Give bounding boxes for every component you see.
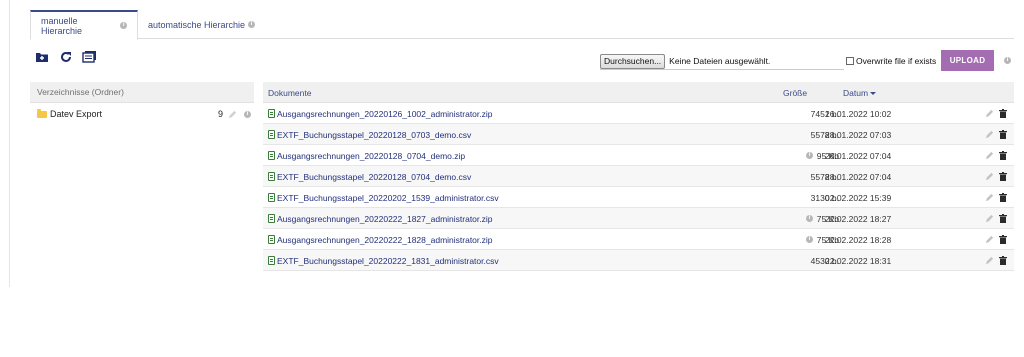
table-row[interactable]: Ausgangsrechnungen_20220128_0704_demo.zi… bbox=[263, 145, 1014, 166]
file-icon bbox=[268, 172, 275, 181]
refresh-icon[interactable] bbox=[59, 50, 75, 66]
upload-info-icon: i bbox=[1004, 57, 1011, 64]
folder-count: 9 bbox=[218, 109, 224, 119]
upload-button[interactable]: UPLOAD bbox=[941, 50, 994, 71]
new-folder-icon[interactable] bbox=[35, 50, 51, 66]
info-icon: i bbox=[806, 236, 813, 243]
info-icon: i bbox=[244, 111, 251, 118]
info-icon: i bbox=[806, 152, 813, 159]
browse-button[interactable]: Durchsuchen... bbox=[600, 53, 666, 69]
table-row[interactable]: EXTF_Buchungsstapel_20220128_0703_demo.c… bbox=[263, 124, 1014, 145]
sort-desc-icon bbox=[870, 92, 877, 96]
column-documents[interactable]: Dokumente bbox=[268, 88, 311, 98]
pencil-icon[interactable] bbox=[985, 109, 994, 120]
export-icon[interactable] bbox=[82, 50, 98, 66]
tab-automatic-hierarchy[interactable]: automatische Hierarchie i bbox=[138, 10, 265, 39]
tab-label: manuelle Hierarchie bbox=[41, 15, 83, 36]
trash-icon[interactable] bbox=[999, 214, 1007, 225]
table-row[interactable]: Ausgangsrechnungen_20220126_1002_adminis… bbox=[263, 103, 1014, 124]
document-date: 22.02.2022 18:28 bbox=[825, 235, 892, 245]
document-manager: manuelle Hierarchie i automatische Hiera… bbox=[30, 0, 1014, 287]
document-link[interactable]: Ausgangsrechnungen_20220128_0704_demo.zi… bbox=[277, 151, 465, 161]
overwrite-label: Overwrite file if exists bbox=[856, 56, 937, 66]
document-link[interactable]: EXTF_Buchungsstapel_20220222_1831_admini… bbox=[277, 256, 499, 266]
info-icon: i bbox=[120, 22, 127, 29]
pencil-icon[interactable] bbox=[228, 110, 237, 121]
document-date: 26.01.2022 10:02 bbox=[825, 109, 892, 119]
tab-manual-hierarchy[interactable]: manuelle Hierarchie i bbox=[30, 10, 138, 40]
file-status: Keine Dateien ausgewählt. bbox=[669, 56, 771, 66]
overwrite-option: Overwrite file if exists bbox=[846, 56, 936, 66]
document-link[interactable]: EXTF_Buchungsstapel_20220128_0704_demo.c… bbox=[277, 172, 471, 182]
trash-icon[interactable] bbox=[999, 235, 1007, 246]
trash-icon[interactable] bbox=[999, 109, 1007, 120]
overwrite-checkbox[interactable] bbox=[846, 57, 854, 65]
table-row[interactable]: EXTF_Buchungsstapel_20220128_0704_demo.c… bbox=[263, 166, 1014, 187]
folders-header: Verzeichnisse (Ordner) bbox=[30, 82, 254, 103]
trash-icon[interactable] bbox=[999, 172, 1007, 183]
document-link[interactable]: EXTF_Buchungsstapel_20220202_1539_admini… bbox=[277, 193, 499, 203]
document-link[interactable]: Ausgangsrechnungen_20220222_1828_adminis… bbox=[277, 235, 493, 245]
pencil-icon[interactable] bbox=[985, 214, 994, 225]
document-date: 28.01.2022 07:04 bbox=[825, 172, 892, 182]
file-icon bbox=[268, 151, 275, 160]
pencil-icon[interactable] bbox=[985, 151, 994, 162]
document-date: 28.01.2022 07:03 bbox=[825, 130, 892, 140]
pencil-icon[interactable] bbox=[985, 193, 994, 204]
info-icon: i bbox=[248, 21, 256, 28]
left-divider bbox=[9, 0, 10, 287]
document-link[interactable]: Ausgangsrechnungen_20220126_1002_adminis… bbox=[277, 109, 493, 119]
folder-icon bbox=[37, 108, 47, 118]
trash-icon[interactable] bbox=[999, 193, 1007, 204]
trash-icon[interactable] bbox=[999, 256, 1007, 267]
file-icon bbox=[268, 109, 275, 118]
pencil-icon[interactable] bbox=[985, 256, 994, 267]
document-date: 22.02.2022 18:31 bbox=[825, 256, 892, 266]
documents-header: Dokumente Größe Datum bbox=[263, 82, 1014, 103]
documents-table: Dokumente Größe Datum Ausgangsrechnungen… bbox=[263, 82, 1014, 271]
document-link[interactable]: EXTF_Buchungsstapel_20220128_0703_demo.c… bbox=[277, 130, 471, 140]
column-date[interactable]: Datum bbox=[843, 88, 877, 98]
document-date: 02.02.2022 15:39 bbox=[825, 193, 892, 203]
pencil-icon[interactable] bbox=[985, 235, 994, 246]
folder-item[interactable]: Datev Export 9 i bbox=[30, 103, 254, 125]
pencil-icon[interactable] bbox=[985, 172, 994, 183]
folder-name: Datev Export bbox=[50, 109, 103, 119]
pencil-icon[interactable] bbox=[985, 130, 994, 141]
document-link[interactable]: Ausgangsrechnungen_20220222_1827_adminis… bbox=[277, 214, 493, 224]
table-row[interactable]: EXTF_Buchungsstapel_20220202_1539_admini… bbox=[263, 187, 1014, 208]
file-icon bbox=[268, 256, 275, 265]
column-date-label: Datum bbox=[843, 88, 869, 98]
folders-header-label: Verzeichnisse (Ordner) bbox=[37, 87, 124, 97]
document-date: 28.01.2022 07:04 bbox=[825, 151, 892, 161]
table-row[interactable]: Ausgangsrechnungen_20220222_1828_adminis… bbox=[263, 229, 1014, 250]
tab-label: automatische Hierarchie bbox=[148, 19, 246, 30]
file-icon bbox=[268, 193, 275, 202]
document-date: 22.02.2022 18:27 bbox=[825, 214, 892, 224]
hierarchy-tabs: manuelle Hierarchie i automatische Hiera… bbox=[30, 10, 1014, 40]
trash-icon[interactable] bbox=[999, 151, 1007, 162]
table-row[interactable]: EXTF_Buchungsstapel_20220222_1831_admini… bbox=[263, 250, 1014, 271]
file-icon bbox=[268, 235, 275, 244]
file-input: Durchsuchen... Keine Dateien ausgewählt. bbox=[600, 53, 844, 70]
file-icon bbox=[268, 214, 275, 223]
column-size[interactable]: Größe bbox=[783, 88, 807, 98]
file-icon bbox=[268, 130, 275, 139]
info-icon: i bbox=[806, 215, 813, 222]
toolbar: Durchsuchen... Keine Dateien ausgewählt.… bbox=[30, 50, 1014, 72]
table-row[interactable]: Ausgangsrechnungen_20220222_1827_adminis… bbox=[263, 208, 1014, 229]
documents-body: Ausgangsrechnungen_20220126_1002_adminis… bbox=[263, 103, 1014, 271]
trash-icon[interactable] bbox=[999, 130, 1007, 141]
folders-panel: Verzeichnisse (Ordner) Datev Export 9 i bbox=[30, 82, 254, 125]
